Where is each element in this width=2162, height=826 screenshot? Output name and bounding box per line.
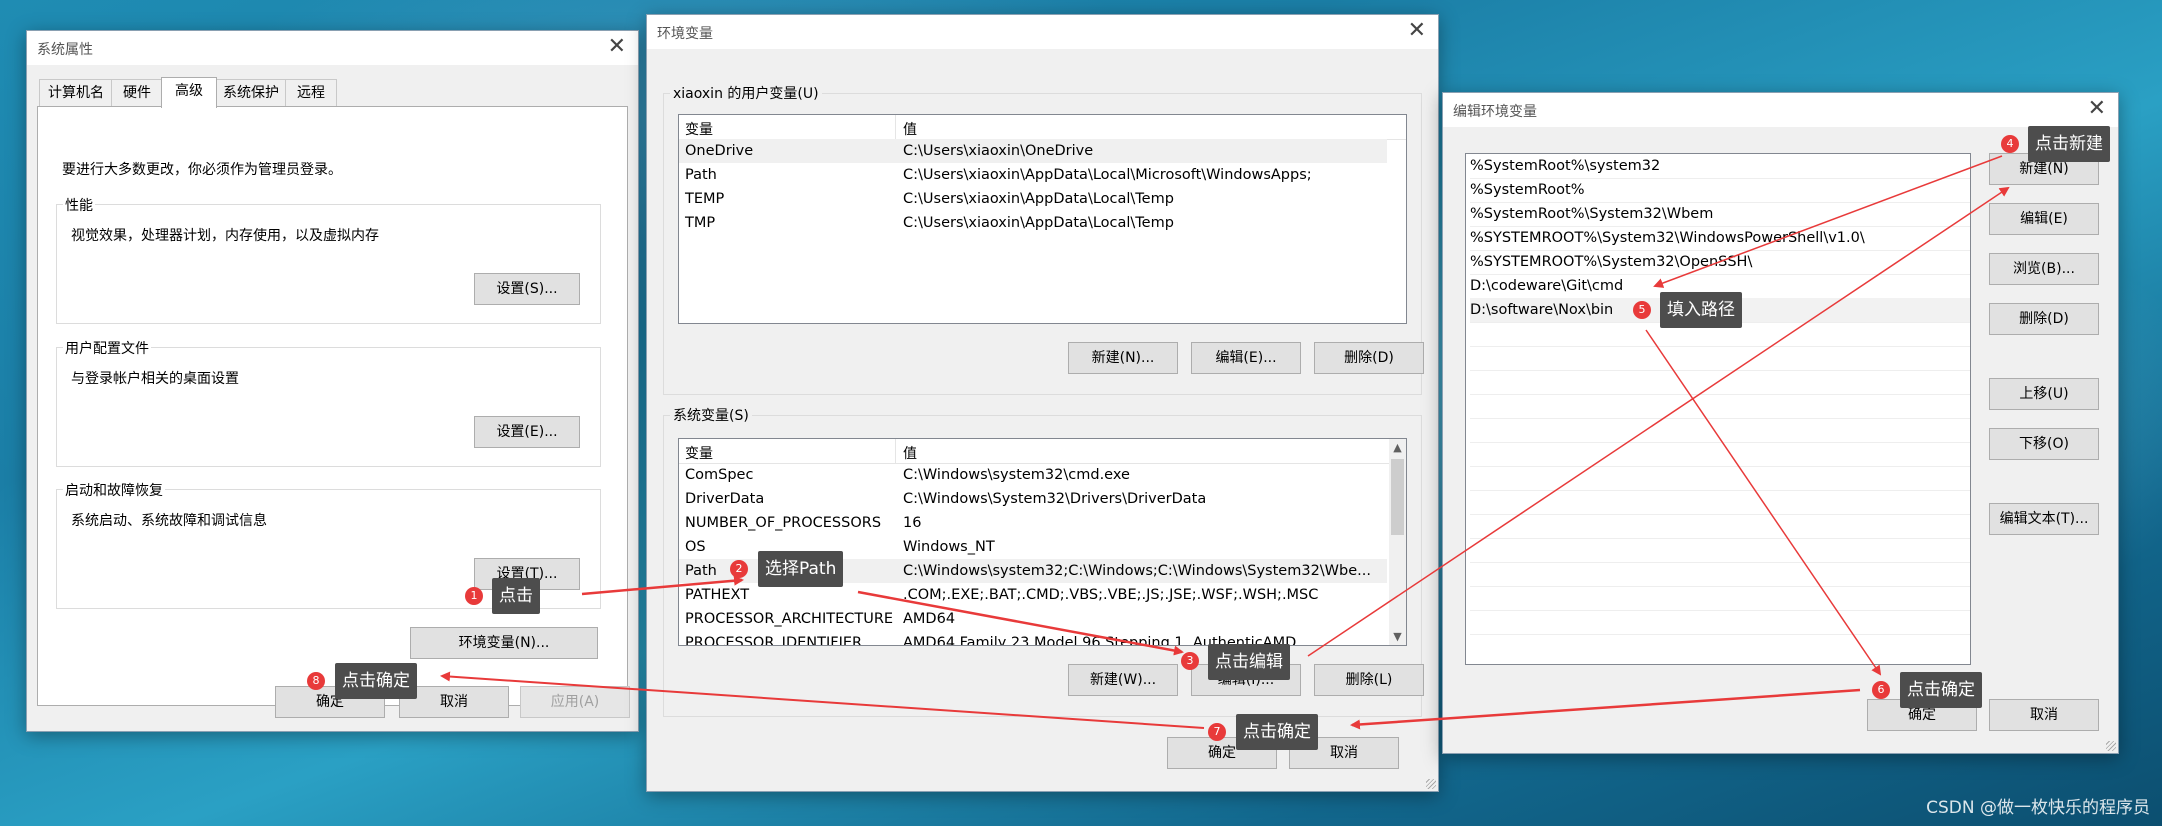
list-item[interactable]: %SYSTEMROOT%\System32\WindowsPowerShell\… xyxy=(1470,226,1970,251)
list-item-empty[interactable] xyxy=(1470,490,1970,515)
edit-environment-variable-window: 编辑环境变量 ✕ %SystemRoot%\system32 %SystemRo… xyxy=(1442,92,2119,754)
step-number-badge: 6 xyxy=(1872,681,1890,699)
list-item-empty[interactable] xyxy=(1470,538,1970,563)
performance-desc: 视觉效果，处理器计划，内存使用，以及虚拟内存 xyxy=(71,228,379,244)
list-item-empty[interactable] xyxy=(1470,418,1970,443)
tab-hardware[interactable]: 硬件 xyxy=(111,79,163,106)
edit-text-button[interactable]: 编辑文本(T)... xyxy=(1989,503,2099,535)
step-number-badge: 2 xyxy=(730,560,748,578)
vertical-scrollbar[interactable]: ▲ ▼ xyxy=(1389,439,1406,645)
user-profile-settings-button[interactable]: 设置(E)... xyxy=(474,416,580,448)
list-item-empty[interactable] xyxy=(1470,586,1970,611)
tab-system-protection[interactable]: 系统保护 xyxy=(215,79,287,106)
system-properties-window: 系统属性 ✕ 计算机名 硬件 高级 系统保护 远程 要进行大多数更改，你必须作为… xyxy=(26,30,639,732)
title-bar[interactable]: 环境变量 ✕ xyxy=(647,15,1438,49)
list-item-empty[interactable] xyxy=(1470,394,1970,419)
step-number-badge: 8 xyxy=(307,672,325,690)
resize-grip[interactable] xyxy=(2106,741,2116,751)
performance-group: 性能 视觉效果，处理器计划，内存使用，以及虚拟内存 设置(S)... xyxy=(56,195,601,324)
user-variables-group: xiaoxin 的用户变量(U) 变量 值 OneDrive C:\Users\x… xyxy=(663,83,1424,395)
user-new-button[interactable]: 新建(N)... xyxy=(1068,342,1178,374)
callout-step-6: 点击确定 xyxy=(1900,672,1982,708)
admin-note: 要进行大多数更改，你必须作为管理员登录。 xyxy=(62,162,342,178)
step-number-badge: 4 xyxy=(2001,135,2019,153)
system-delete-button[interactable]: 删除(L) xyxy=(1314,664,1424,696)
user-delete-button[interactable]: 删除(D) xyxy=(1314,342,1424,374)
step-number-badge: 1 xyxy=(465,587,483,605)
list-item[interactable]: %SystemRoot%\system32 xyxy=(1470,154,1970,179)
callout-step-2: 选择Path xyxy=(758,551,844,587)
scroll-down-icon[interactable]: ▼ xyxy=(1389,630,1406,643)
user-variables-label: xiaoxin 的用户变量(U) xyxy=(670,83,822,103)
list-item-empty[interactable] xyxy=(1470,442,1970,467)
environment-variables-button[interactable]: 环境变量(N)... xyxy=(410,627,598,659)
list-item[interactable]: %SystemRoot%\System32\Wbem xyxy=(1470,202,1970,227)
list-item[interactable]: %SYSTEMROOT%\System32\OpenSSH\ xyxy=(1470,250,1970,275)
column-header-value[interactable]: 值 xyxy=(903,119,917,139)
window-title: 环境变量 xyxy=(657,26,713,42)
list-header: 变量 值 xyxy=(679,115,1406,140)
window-title: 系统属性 xyxy=(37,42,93,58)
close-icon[interactable]: ✕ xyxy=(608,35,626,59)
system-new-button[interactable]: 新建(W)... xyxy=(1068,664,1178,696)
list-header: 变量 值 xyxy=(679,439,1389,464)
column-header-variable[interactable]: 变量 xyxy=(685,119,713,139)
resize-grip[interactable] xyxy=(1426,779,1436,789)
table-row[interactable]: OneDrive C:\Users\xiaoxin\OneDrive xyxy=(679,139,1387,163)
startup-recovery-label: 启动和故障恢复 xyxy=(63,480,165,500)
system-variables-list[interactable]: 变量 值 ComSpec C:\Windows\system32\cmd.exe … xyxy=(678,438,1407,646)
scroll-up-icon[interactable]: ▲ xyxy=(1389,441,1406,454)
move-up-button[interactable]: 上移(U) xyxy=(1989,378,2099,410)
column-header-variable[interactable]: 变量 xyxy=(685,443,713,463)
list-item-empty[interactable] xyxy=(1470,562,1970,587)
delete-button[interactable]: 删除(D) xyxy=(1989,303,2099,335)
step-number-badge: 5 xyxy=(1633,301,1651,319)
callout-step-3: 点击编辑 xyxy=(1208,644,1290,680)
browse-button[interactable]: 浏览(B)... xyxy=(1989,253,2099,285)
move-down-button[interactable]: 下移(O) xyxy=(1989,428,2099,460)
cancel-button[interactable]: 取消 xyxy=(1989,699,2099,731)
apply-button[interactable]: 应用(A) xyxy=(520,686,630,718)
list-item-empty[interactable] xyxy=(1470,370,1970,395)
window-title: 编辑环境变量 xyxy=(1453,104,1537,120)
callout-step-7: 点击确定 xyxy=(1236,714,1318,750)
callout-step-8: 点击确定 xyxy=(335,663,417,699)
list-item-empty[interactable] xyxy=(1470,346,1970,371)
callout-step-1: 点击 xyxy=(492,578,540,614)
list-item-empty[interactable] xyxy=(1470,514,1970,539)
title-bar[interactable]: 系统属性 ✕ xyxy=(27,31,638,65)
performance-settings-button[interactable]: 设置(S)... xyxy=(474,273,580,305)
user-profile-group: 用户配置文件 与登录帐户相关的桌面设置 设置(E)... xyxy=(56,338,601,467)
system-variables-label: 系统变量(S) xyxy=(670,405,752,425)
step-number-badge: 7 xyxy=(1208,723,1226,741)
title-bar[interactable]: 编辑环境变量 ✕ xyxy=(1443,93,2118,127)
close-icon[interactable]: ✕ xyxy=(1408,19,1426,43)
watermark: CSDN @做一枚快乐的程序员 xyxy=(1926,798,2150,818)
edit-button[interactable]: 编辑(E) xyxy=(1989,203,2099,235)
user-profile-label: 用户配置文件 xyxy=(63,338,151,358)
tab-advanced[interactable]: 高级 xyxy=(161,77,217,108)
environment-variables-window: 环境变量 ✕ xiaoxin 的用户变量(U) 变量 值 OneDrive C:\… xyxy=(646,14,1439,792)
step-number-badge: 3 xyxy=(1181,652,1199,670)
callout-step-5: 填入路径 xyxy=(1660,292,1742,328)
column-header-value[interactable]: 值 xyxy=(903,443,917,463)
list-item-empty[interactable] xyxy=(1470,466,1970,491)
scrollbar-thumb[interactable] xyxy=(1391,459,1404,535)
close-icon[interactable]: ✕ xyxy=(2088,97,2106,121)
user-profile-desc: 与登录帐户相关的桌面设置 xyxy=(71,371,239,387)
user-variables-list[interactable]: 变量 值 OneDrive C:\Users\xiaoxin\OneDrive P… xyxy=(678,114,1407,324)
startup-recovery-desc: 系统启动、系统故障和调试信息 xyxy=(71,513,267,529)
list-item-empty[interactable] xyxy=(1470,610,1970,635)
callout-step-4: 点击新建 xyxy=(2028,126,2110,162)
list-item[interactable]: %SystemRoot% xyxy=(1470,178,1970,203)
tab-computer-name[interactable]: 计算机名 xyxy=(39,79,113,106)
advanced-tab-panel: 要进行大多数更改，你必须作为管理员登录。 性能 视觉效果，处理器计划，内存使用，… xyxy=(37,106,628,706)
path-entries-list[interactable]: %SystemRoot%\system32 %SystemRoot% %Syst… xyxy=(1465,153,1971,665)
tab-remote[interactable]: 远程 xyxy=(285,79,337,106)
user-edit-button[interactable]: 编辑(E)... xyxy=(1191,342,1301,374)
performance-label: 性能 xyxy=(63,195,95,215)
